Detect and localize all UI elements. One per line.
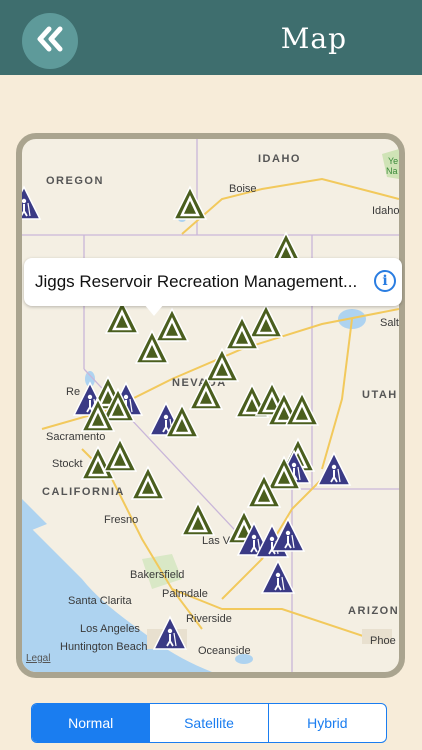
campground-marker[interactable] <box>172 185 208 221</box>
info-icon[interactable]: i <box>374 270 396 292</box>
map-type-hybrid[interactable]: Hybrid <box>269 704 386 742</box>
double-chevron-left-icon <box>35 26 65 57</box>
campground-marker[interactable] <box>130 465 166 501</box>
header-bar: Map <box>0 0 422 75</box>
map-type-normal[interactable]: Normal <box>32 704 151 742</box>
hiking-marker[interactable] <box>261 560 295 594</box>
map-legal-link[interactable]: Legal <box>26 653 50 664</box>
hiking-marker[interactable] <box>22 186 41 220</box>
map-view[interactable]: IDAHO OREGON NEVADA UTAH CALIFORNIA ARIZ… <box>16 133 405 678</box>
callout-title: Jiggs Reservoir Recreation Management... <box>35 272 358 291</box>
campground-marker[interactable] <box>248 303 284 339</box>
page-title: Map <box>280 22 347 55</box>
campground-marker[interactable] <box>102 437 138 473</box>
map-callout[interactable]: Jiggs Reservoir Recreation Management...… <box>24 258 402 316</box>
callout-tail <box>144 304 164 316</box>
hiking-marker[interactable] <box>153 616 187 650</box>
hiking-marker[interactable] <box>317 452 351 486</box>
map-type-selector[interactable]: Normal Satellite Hybrid <box>31 703 387 743</box>
map-type-satellite[interactable]: Satellite <box>150 704 269 742</box>
campground-marker[interactable] <box>188 375 224 411</box>
map-markers-layer <box>22 185 351 650</box>
campground-marker[interactable] <box>204 347 240 383</box>
campground-marker[interactable] <box>180 501 216 537</box>
back-button[interactable] <box>22 13 78 69</box>
